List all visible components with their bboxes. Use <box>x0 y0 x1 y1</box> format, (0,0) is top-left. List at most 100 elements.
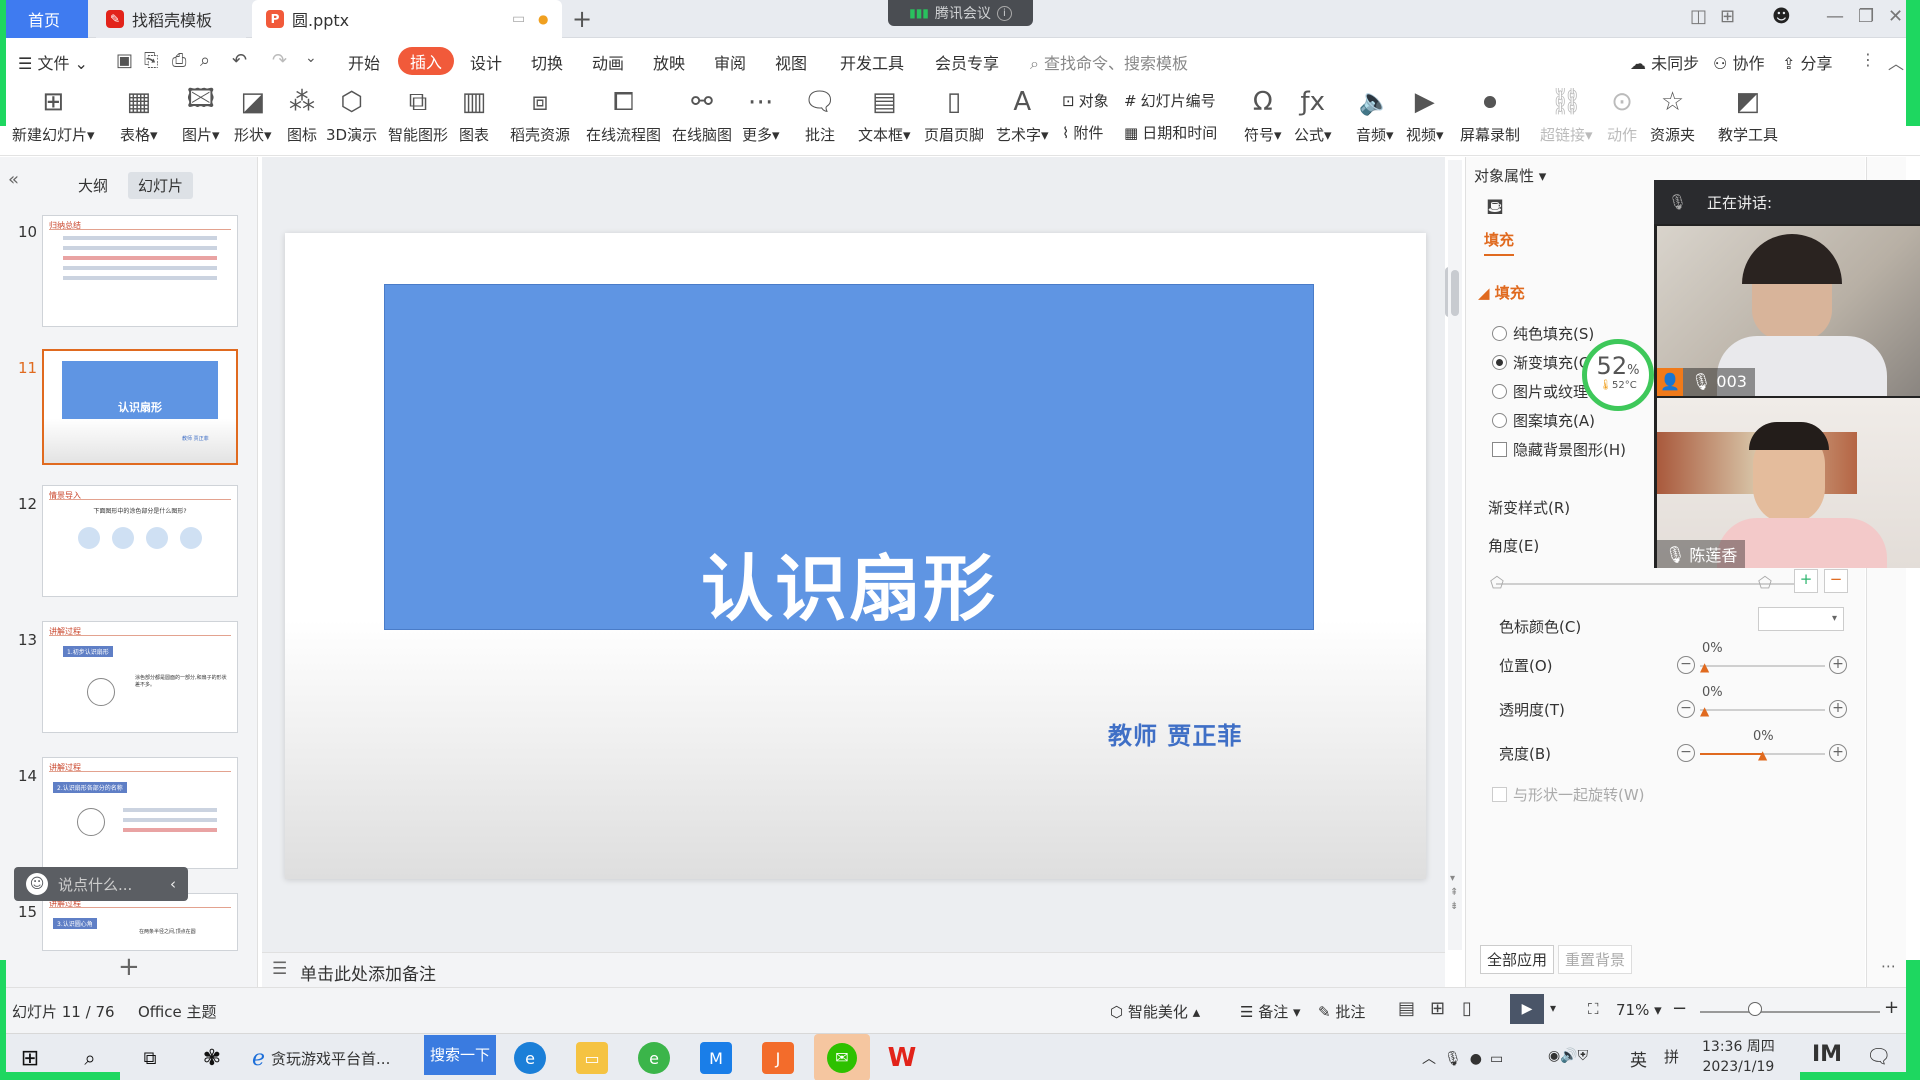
search-once-button[interactable]: 搜索一下 <box>424 1035 496 1075</box>
comment-toggle-button[interactable]: ✎ 批注 <box>1318 1001 1365 1022</box>
cpu-monitor-widget[interactable]: 52% 🌡52°C <box>1582 339 1654 411</box>
gradient-stop-right[interactable]: ⬠ <box>1758 573 1772 592</box>
tencent-meeting-app-icon[interactable]: M <box>700 1042 732 1074</box>
zoom-dropdown[interactable]: 71% ▾ <box>1616 1001 1662 1019</box>
new-tab-button[interactable]: + <box>572 0 592 38</box>
teaching-tools-button[interactable]: ◩ 教学工具 <box>1718 86 1778 145</box>
menu-design[interactable]: 设计 <box>470 50 502 74</box>
video-button[interactable]: ▶ 视频▾ <box>1406 86 1444 145</box>
tab-slides[interactable]: 幻灯片 <box>128 172 194 199</box>
hyperlink-button[interactable]: ⛓ 超链接▾ <box>1540 86 1593 145</box>
menu-developer[interactable]: 开发工具 <box>840 50 904 74</box>
icon-button[interactable]: ⁂ 图标 <box>286 86 318 145</box>
file-menu[interactable]: ☰ 文件 ⌄ <box>18 50 88 74</box>
new-slide-button[interactable]: ⊞ 新建幻灯片▾ <box>12 86 95 145</box>
collab-button[interactable]: ⚇ 协作 <box>1713 50 1764 74</box>
rotate-with-shape-checkbox[interactable]: 与形状一起旋转(W) <box>1492 784 1645 805</box>
undo-icon[interactable]: ↶ <box>232 50 247 71</box>
transparency-slider[interactable] <box>1700 709 1825 711</box>
scroll-arrows-icon[interactable]: ▾ ⇞ ⇟ <box>1450 872 1458 914</box>
transparency-minus-button[interactable]: − <box>1677 700 1695 718</box>
slide-thumb-10[interactable]: 归纳总结 <box>42 215 238 327</box>
transparency-slider-thumb[interactable]: ▲ <box>1700 704 1709 718</box>
wps-icon[interactable]: W <box>886 1042 918 1074</box>
close-icon[interactable]: ✕ <box>1888 6 1903 27</box>
screen-record-button[interactable]: ⏺ 屏幕录制 <box>1460 86 1520 145</box>
edge-icon[interactable]: e <box>514 1042 546 1074</box>
properties-header[interactable]: 对象属性 ▾ <box>1474 165 1546 186</box>
vertical-scrollbar[interactable]: ▾ ⇞ ⇟ <box>1448 160 1462 950</box>
brightness-slider-thumb[interactable]: ▲ <box>1758 748 1767 762</box>
share-button[interactable]: ⇪ 分享 <box>1782 50 1833 74</box>
slide-thumb-15[interactable]: 讲解过程 3.认识圆心角 在两条半径之间,顶点在圆 <box>42 893 238 951</box>
scroll-thumb[interactable] <box>1451 270 1459 316</box>
menu-review[interactable]: 审阅 <box>714 50 746 74</box>
collapse-ribbon-icon[interactable]: ︿ <box>1888 50 1904 74</box>
gradient-stops-slider[interactable] <box>1496 583 1796 585</box>
fit-window-icon[interactable]: ⛶ <box>1588 1000 1599 1018</box>
theme-name[interactable]: Office 主题 <box>138 1001 217 1022</box>
menu-view[interactable]: 视图 <box>775 50 807 74</box>
chat-input-bar[interactable]: ☺ 说点什么... ‹ <box>14 867 188 901</box>
participant-video-003[interactable]: 👤 🎙 003 <box>1657 226 1920 396</box>
pinwheel-app-icon[interactable]: ✾ <box>196 1042 228 1074</box>
sync-button[interactable]: ☁ 未同步 <box>1630 50 1699 74</box>
menu-member[interactable]: 会员专享 <box>935 50 999 74</box>
table-button[interactable]: ▦ 表格▾ <box>120 86 158 145</box>
daoke-resource-button[interactable]: ⧈ 稻壳资源 <box>510 86 570 145</box>
reset-bg-button[interactable]: 重置背景 <box>1558 945 1633 974</box>
add-slide-icon[interactable]: + <box>118 952 140 982</box>
more-button[interactable]: ⋯ 更多▾ <box>742 86 780 145</box>
comment-button[interactable]: 🗨 批注 <box>804 86 837 145</box>
slide-thumb-14[interactable]: 讲解过程 2.认识扇形各部分的名称 <box>42 757 238 869</box>
export-icon[interactable]: ⎘ <box>144 50 158 71</box>
wordart-button[interactable]: A 艺术字▾ <box>996 86 1049 145</box>
ime-icon[interactable]: 拼 <box>1664 1046 1679 1067</box>
emoji-icon[interactable]: ☺ <box>26 873 48 895</box>
stop-color-dropdown[interactable]: ▾ <box>1758 607 1844 631</box>
tab-pptx[interactable]: P 圆.pptx ▭ ● <box>252 0 562 38</box>
picture-fill-radio[interactable]: 图片或纹理 <box>1492 381 1588 402</box>
attach-button[interactable]: ⌇ 附件 <box>1062 122 1103 143</box>
smart-graphic-button[interactable]: ⧉ 智能图形 <box>388 86 448 145</box>
notes-bar[interactable]: ☰ 单击此处添加备注 <box>262 952 1445 987</box>
datetime-button[interactable]: ▦ 日期和时间 <box>1124 122 1217 143</box>
position-minus-button[interactable]: − <box>1677 656 1695 674</box>
image-button[interactable]: 🖾 图片▾ <box>182 84 220 145</box>
position-slider[interactable] <box>1700 665 1825 667</box>
gradient-stop-left[interactable]: ⬠ <box>1490 573 1504 592</box>
zoom-in-icon[interactable]: + <box>1884 997 1899 1018</box>
solid-fill-radio[interactable]: 纯色填充(S) <box>1492 323 1594 344</box>
notes-toggle-button[interactable]: ☰ 备注 ▾ <box>1240 1001 1301 1022</box>
menu-slideshow[interactable]: 放映 <box>653 50 685 74</box>
hide-bg-checkbox[interactable]: 隐藏背景图形(H) <box>1492 439 1626 460</box>
grid-icon[interactable]: ⊞ <box>1720 6 1735 27</box>
fill-section-header[interactable]: ◢ 填充 <box>1478 282 1525 303</box>
layout-icon[interactable]: ◫ <box>1690 6 1707 27</box>
play-slideshow-button[interactable]: ▶ <box>1510 994 1544 1024</box>
minimize-icon[interactable]: — <box>1826 6 1844 27</box>
menu-insert[interactable]: 插入 <box>398 47 455 75</box>
menu-start[interactable]: 开始 <box>348 50 380 74</box>
zoom-slider-thumb[interactable] <box>1748 1002 1762 1016</box>
sorter-view-icon[interactable]: ⊞ <box>1430 998 1445 1019</box>
notifications-icon[interactable]: 🗨 <box>1866 1044 1891 1068</box>
position-slider-thumb[interactable]: ▲ <box>1700 660 1709 674</box>
slide-thumb-11[interactable]: 认识扇形 教师 贾正菲 <box>42 349 238 465</box>
browser-taskbar-item[interactable]: ℯ 贪玩游戏平台首... <box>252 1042 390 1074</box>
smart-beautify-button[interactable]: ⬡ 智能美化 ▴ <box>1110 1001 1200 1022</box>
search-icon[interactable]: ⌕ <box>74 1042 106 1074</box>
object-button[interactable]: ⊡ 对象 <box>1062 90 1109 111</box>
apply-all-button[interactable]: 全部应用 <box>1480 945 1555 974</box>
chart-button[interactable]: ▥ 图表 <box>458 86 490 145</box>
clock[interactable]: 13:36 周四 2023/1/19 <box>1702 1037 1775 1077</box>
reading-view-icon[interactable]: ▯ <box>1462 998 1472 1019</box>
command-search[interactable]: ⌕ 查找命令、搜索模板 <box>1030 50 1188 74</box>
header-footer-button[interactable]: ▯ 页眉页脚 <box>924 86 984 145</box>
brightness-plus-button[interactable]: + <box>1829 744 1847 762</box>
tab-home[interactable]: 首页 <box>0 0 88 38</box>
monitor-icon[interactable]: ▭ <box>512 11 525 27</box>
resource-folder-button[interactable]: ☆ 资源夹 <box>1650 86 1695 145</box>
ime-logo-icon[interactable]: IM <box>1812 1042 1842 1067</box>
slide-title[interactable]: 认识扇形 <box>384 530 1314 635</box>
